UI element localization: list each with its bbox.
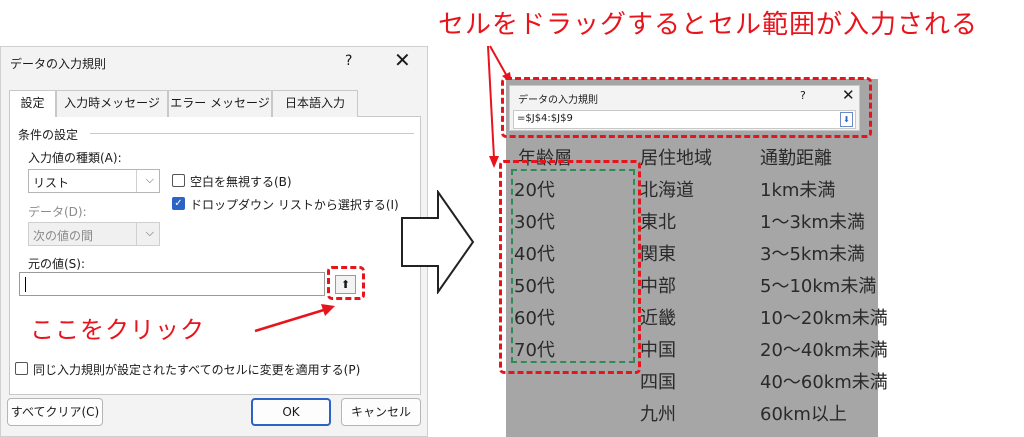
ignore-blank-checkbox[interactable] (172, 174, 185, 187)
highlight-mini-dialog (501, 77, 872, 138)
combo-separator (136, 170, 137, 192)
help-button[interactable]: ? (345, 53, 352, 69)
click-here-text: ここをクリック (30, 316, 205, 344)
tab-input-message[interactable]: 入力時メッセージ (56, 90, 168, 117)
annotation-click-here: ここをクリック (18, 305, 264, 351)
data-select-value: 次の値の間 (33, 229, 94, 243)
distance-cell[interactable]: 1～3km未満 (760, 208, 865, 234)
source-input[interactable] (19, 272, 325, 296)
distance-cell[interactable]: 40～60km未満 (760, 368, 888, 394)
region-cell[interactable]: 中部 (640, 272, 676, 298)
region-cell[interactable]: 中国 (640, 336, 676, 362)
dropdown-label: ドロップダウン リストから選択する(I) (190, 198, 399, 212)
tab-bar: 設定 入力時メッセージ エラー メッセージ 日本語入力 (9, 90, 421, 118)
highlight-selected-range (499, 160, 641, 374)
annotation-arrow-icon (254, 304, 335, 333)
data-validation-dialog: データの入力規則 ? ✕ 設定 入力時メッセージ エラー メッセージ 日本語入力… (0, 46, 428, 437)
region-cell[interactable]: 九州 (640, 400, 676, 426)
section-label: 条件の設定 (18, 128, 79, 142)
close-button[interactable]: ✕ (394, 49, 411, 71)
distance-cell[interactable]: 60km以上 (760, 400, 847, 426)
tab-error-message[interactable]: エラー メッセージ (168, 90, 272, 117)
distance-cell[interactable]: 1km未満 (760, 176, 835, 202)
region-cell[interactable]: 四国 (640, 368, 676, 394)
dialog-titlebar: データの入力規則 ? ✕ (1, 47, 427, 77)
chevron-down-icon: ⌵ (145, 173, 154, 186)
source-label: 元の値(S): (28, 257, 86, 271)
region-cell[interactable]: 関東 (640, 240, 676, 266)
distance-cell[interactable]: 3～5km未満 (760, 240, 865, 266)
type-select[interactable]: リスト ⌵ (28, 169, 160, 193)
apply-all-checkbox[interactable] (15, 362, 28, 375)
dropdown-checkbox[interactable]: ✓ (172, 197, 185, 210)
combo-separator (136, 223, 137, 245)
section-divider (90, 133, 414, 134)
ignore-blank-label: 空白を無視する(B) (190, 175, 292, 189)
tab-japanese-input[interactable]: 日本語入力 (272, 90, 358, 117)
clear-all-button[interactable]: すべてクリア(C) (7, 398, 103, 426)
distance-cell[interactable]: 5～10km未満 (760, 272, 876, 298)
ok-button[interactable]: OK (251, 398, 331, 426)
tab-settings[interactable]: 設定 (9, 90, 56, 118)
chevron-down-icon: ⌵ (145, 226, 154, 239)
region-cell[interactable]: 東北 (640, 208, 676, 234)
text-caret (25, 277, 26, 292)
cancel-button[interactable]: キャンセル (341, 398, 421, 426)
region-cell[interactable]: 近畿 (640, 304, 676, 330)
highlight-collapse-button (327, 266, 365, 300)
data-label: データ(D): (28, 205, 87, 219)
type-select-value: リスト (33, 176, 70, 190)
dialog-title: データの入力規則 (10, 57, 107, 71)
distance-cell[interactable]: 20～40km未満 (760, 336, 888, 362)
right-arrow-icon (401, 190, 475, 294)
data-select: 次の値の間 ⌵ (28, 222, 160, 246)
header-distance[interactable]: 通勤距離 (760, 144, 832, 170)
apply-all-label: 同じ入力規則が設定されたすべてのセルに変更を適用する(P) (33, 363, 361, 377)
settings-panel: 条件の設定 入力値の種類(A): リスト ⌵ 空白を無視する(B) ✓ ドロップ… (9, 117, 421, 395)
caption-drag-cells: セルをドラッグするとセル範囲が入力される (438, 10, 979, 40)
type-label: 入力値の種類(A): (28, 151, 122, 165)
distance-cell[interactable]: 10～20km未満 (760, 304, 888, 330)
header-region[interactable]: 居住地域 (640, 144, 712, 170)
region-cell[interactable]: 北海道 (640, 176, 694, 202)
